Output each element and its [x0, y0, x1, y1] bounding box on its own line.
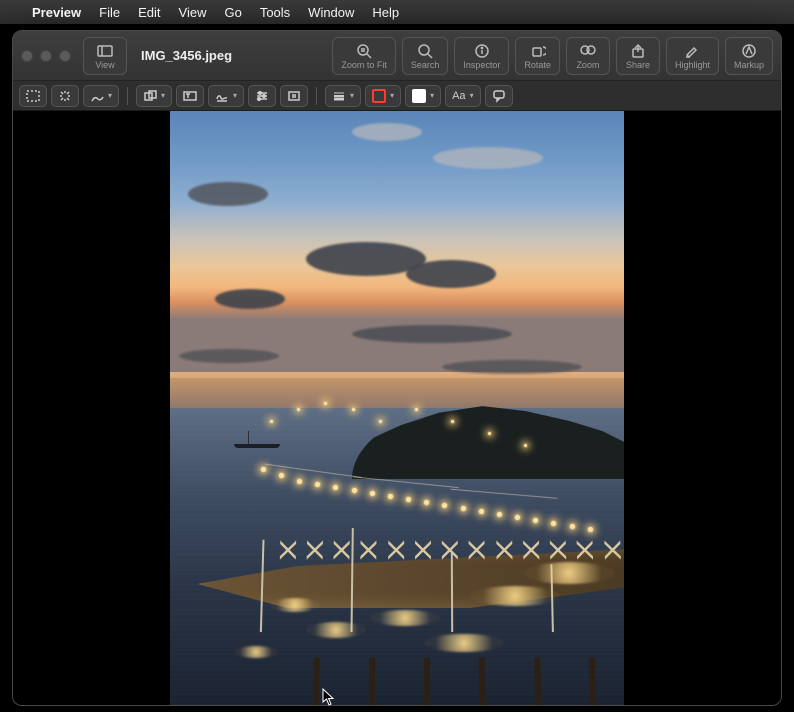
- info-icon: [474, 43, 490, 59]
- minimize-button[interactable]: [40, 50, 52, 62]
- pencil-draw-icon: [90, 89, 104, 103]
- magnifier-icon: [417, 43, 433, 59]
- markup-label: Markup: [734, 60, 764, 70]
- inspector-label: Inspector: [463, 60, 500, 70]
- markup-button[interactable]: Markup: [725, 37, 773, 75]
- chevron-down-icon: ▾: [108, 91, 112, 100]
- resize-icon: [287, 89, 301, 103]
- shape-style-button[interactable]: ▾: [325, 85, 361, 107]
- window-controls: [21, 50, 71, 62]
- chevron-down-icon: ▾: [350, 91, 354, 100]
- border-color-button[interactable]: ▾: [365, 85, 401, 107]
- view-mode-button[interactable]: View: [83, 37, 127, 75]
- text-style-button[interactable]: Aa ▾: [445, 85, 480, 107]
- menu-file[interactable]: File: [99, 5, 120, 20]
- mouse-cursor: [322, 688, 336, 706]
- chevron-down-icon: ▾: [161, 91, 165, 100]
- view-label: View: [95, 60, 114, 70]
- app-menu[interactable]: Preview: [32, 5, 81, 20]
- signature-icon: [215, 89, 229, 103]
- chevron-down-icon: ▾: [233, 91, 237, 100]
- rotate-label: Rotate: [524, 60, 551, 70]
- fill-color-button[interactable]: ▾: [405, 85, 441, 107]
- document-title: IMG_3456.jpeg: [141, 48, 232, 63]
- zoom-icon: [580, 43, 596, 59]
- markup-toolbar: ▾ ▾ ▾ ▾ ▾ ▾ Aa ▾: [13, 81, 781, 111]
- menu-edit[interactable]: Edit: [138, 5, 160, 20]
- rotate-icon: [530, 43, 546, 59]
- separator: [316, 87, 317, 105]
- menu-tools[interactable]: Tools: [260, 5, 290, 20]
- sidebar-icon: [97, 43, 113, 59]
- highlight-label: Highlight: [675, 60, 710, 70]
- fullscreen-button[interactable]: [59, 50, 71, 62]
- highlight-button[interactable]: Highlight: [666, 37, 719, 75]
- magnifier-equals-icon: [356, 43, 372, 59]
- chevron-down-icon: ▾: [390, 91, 394, 100]
- fill-color-swatch: [412, 89, 426, 103]
- shapes-button[interactable]: ▾: [136, 85, 172, 107]
- rectangular-selection-button[interactable]: [19, 85, 47, 107]
- menu-window[interactable]: Window: [308, 5, 354, 20]
- share-label: Share: [626, 60, 650, 70]
- text-button[interactable]: [176, 85, 204, 107]
- highlighter-icon: [684, 43, 700, 59]
- close-button[interactable]: [21, 50, 33, 62]
- menu-help[interactable]: Help: [372, 5, 399, 20]
- text-box-icon: [183, 89, 197, 103]
- sliders-icon: [255, 89, 269, 103]
- zoom-to-fit-button[interactable]: Zoom to Fit: [332, 37, 396, 75]
- rotate-button[interactable]: Rotate: [515, 37, 560, 75]
- share-icon: [630, 43, 646, 59]
- share-button[interactable]: Share: [616, 37, 660, 75]
- image-viewport[interactable]: [13, 111, 781, 705]
- zoom-label: Zoom: [576, 60, 599, 70]
- separator: [127, 87, 128, 105]
- zoom-to-fit-label: Zoom to Fit: [341, 60, 387, 70]
- line-weight-icon: [332, 89, 346, 103]
- image-description-button[interactable]: [485, 85, 513, 107]
- border-color-swatch: [372, 89, 386, 103]
- search-button[interactable]: Search: [402, 37, 449, 75]
- window-titlebar: View IMG_3456.jpeg Zoom to Fit Search In…: [13, 31, 781, 81]
- menu-view[interactable]: View: [179, 5, 207, 20]
- magic-wand-icon: [58, 89, 72, 103]
- sign-button[interactable]: ▾: [208, 85, 244, 107]
- displayed-image: [170, 111, 624, 705]
- preview-window: View IMG_3456.jpeg Zoom to Fit Search In…: [12, 30, 782, 706]
- zoom-button[interactable]: Zoom: [566, 37, 610, 75]
- sketch-button[interactable]: ▾: [83, 85, 119, 107]
- adjust-color-button[interactable]: [248, 85, 276, 107]
- adjust-size-button[interactable]: [280, 85, 308, 107]
- markup-icon: [741, 43, 757, 59]
- chevron-down-icon: ▾: [430, 91, 434, 100]
- text-style-label: Aa: [452, 90, 465, 102]
- speech-bubble-icon: [492, 89, 506, 103]
- instant-alpha-button[interactable]: [51, 85, 79, 107]
- system-menubar: Preview File Edit View Go Tools Window H…: [0, 0, 794, 24]
- rect-select-icon: [26, 89, 40, 103]
- menu-go[interactable]: Go: [224, 5, 241, 20]
- shapes-icon: [143, 89, 157, 103]
- search-label: Search: [411, 60, 440, 70]
- inspector-button[interactable]: Inspector: [454, 37, 509, 75]
- chevron-down-icon: ▾: [470, 91, 474, 100]
